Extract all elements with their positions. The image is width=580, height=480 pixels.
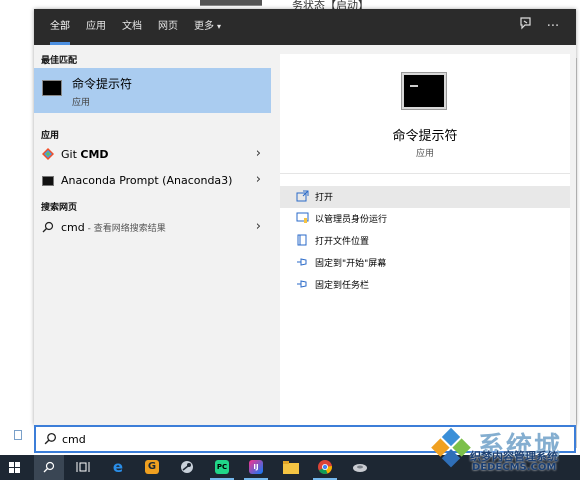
action-run-as-admin[interactable]: 以管理员身份运行 (280, 208, 570, 230)
windows-start-icon (9, 462, 21, 474)
best-match-header: 最佳匹配 (41, 56, 78, 66)
app-git-cmd-bold: CMD (80, 148, 109, 161)
app-git-cmd-label: Git CMD (61, 148, 109, 161)
search-icon (42, 221, 54, 233)
search-filter-bar: 全部 应用 文档 网页 更多 ▾ ··· (34, 9, 576, 45)
app-git-cmd[interactable]: Git CMD › (34, 143, 271, 167)
search-panel: 全部 应用 文档 网页 更多 ▾ ··· 最佳匹配 命令提示符 应用 应用 Git… (34, 9, 576, 425)
web-search-label: cmd - 查看网络搜索结果 (61, 221, 166, 234)
file-explorer-button[interactable] (276, 455, 306, 480)
web-search-hint: - 查看网络搜索结果 (84, 224, 166, 234)
search-icon (44, 432, 57, 445)
watermark: 系统城 织梦内容管理系统 DEDECMS.COM (428, 422, 578, 480)
chrome-button[interactable] (310, 455, 340, 480)
command-prompt-large-icon (402, 73, 446, 109)
watermark-url: DEDECMS.COM (472, 462, 557, 473)
steam-button[interactable] (172, 455, 202, 480)
detail-title: 命令提示符 (392, 129, 458, 144)
chevron-right-icon[interactable]: › (256, 172, 261, 187)
web-search-query: cmd (61, 221, 85, 234)
tab-all[interactable]: 全部 (50, 9, 70, 45)
tab-documents[interactable]: 文档 (122, 9, 142, 45)
best-match-title: 命令提示符 (72, 77, 133, 91)
search-input[interactable] (62, 431, 362, 447)
action-open-label: 打开 (315, 193, 334, 203)
app-anaconda-label: Anaconda Prompt (Anaconda3) (61, 174, 233, 187)
file-explorer-icon (283, 461, 299, 474)
task-view-button[interactable] (68, 455, 98, 480)
steam-icon (181, 461, 193, 473)
action-open-file-location-label: 打开文件位置 (315, 237, 370, 247)
tab-apps[interactable]: 应用 (86, 9, 106, 45)
tab-web[interactable]: 网页 (158, 9, 178, 45)
feedback-icon-glyph (519, 17, 531, 30)
detail-subtitle: 应用 (415, 149, 434, 159)
action-open[interactable]: 打开 (280, 186, 570, 208)
watermark-logo (430, 427, 472, 470)
detail-pane: 命令提示符 应用 打开 以管理员身份运行 打开文件位置 固定到"开始"屏幕 固定… (280, 54, 570, 425)
pin-icon (297, 280, 307, 288)
tab-apps-label: 应用 (86, 21, 106, 32)
action-pin-to-taskbar[interactable]: 固定到任务栏 (280, 274, 570, 296)
more-options-icon[interactable]: ··· (543, 17, 563, 37)
disk-tool-button[interactable] (345, 455, 375, 480)
pin-icon (297, 258, 307, 266)
tab-more-label: 更多 (194, 21, 214, 32)
disk-tool-icon (353, 464, 367, 472)
edge-button[interactable]: e (103, 455, 133, 480)
app-anaconda-prompt[interactable]: Anaconda Prompt (Anaconda3) › (34, 169, 271, 193)
edge-icon: e (112, 458, 124, 476)
taskbar-search-button[interactable] (34, 455, 64, 480)
apps-header: 应用 (41, 131, 60, 141)
open-icon (296, 190, 309, 202)
action-pin-to-start-label: 固定到"开始"屏幕 (315, 259, 387, 269)
action-pin-to-start[interactable]: 固定到"开始"屏幕 (280, 252, 570, 274)
command-prompt-icon (42, 80, 62, 96)
web-search-header: 搜索网页 (41, 203, 78, 213)
chrome-icon (318, 460, 332, 474)
background-thumbnail (200, 0, 262, 6)
chevron-right-icon[interactable]: › (256, 219, 261, 234)
intellij-button[interactable]: IJ (241, 455, 271, 480)
action-open-file-location[interactable]: 打开文件位置 (280, 230, 570, 252)
tab-more[interactable]: 更多 ▾ (194, 9, 221, 45)
search-icon (43, 461, 55, 473)
anaconda-prompt-icon (42, 176, 54, 186)
chevron-down-icon: ▾ (217, 22, 222, 31)
run-as-admin-icon (296, 212, 309, 223)
file-location-icon (297, 234, 307, 246)
desktop-file-icon (14, 430, 22, 440)
action-run-as-admin-label: 以管理员身份运行 (315, 215, 388, 225)
pycharm-button[interactable]: PC (207, 455, 237, 480)
best-match-subtitle: 应用 (72, 98, 91, 108)
best-match-command-prompt[interactable]: 命令提示符 应用 (34, 68, 271, 113)
g-app-icon: G (145, 460, 159, 474)
intellij-icon: IJ (249, 460, 263, 474)
web-search-result[interactable]: cmd - 查看网络搜索结果 › (34, 216, 271, 240)
feedback-icon[interactable] (515, 17, 535, 37)
app-git-cmd-prefix: Git (61, 148, 81, 161)
action-pin-to-taskbar-label: 固定到任务栏 (315, 281, 370, 291)
git-cmd-icon (42, 148, 54, 160)
background-window-edge (576, 58, 580, 448)
windows-start-button[interactable] (0, 455, 30, 480)
g-app-button[interactable]: G (137, 455, 167, 480)
tab-documents-label: 文档 (122, 21, 142, 32)
tab-all-label: 全部 (50, 21, 70, 32)
pycharm-icon: PC (215, 460, 229, 474)
tab-web-label: 网页 (158, 21, 178, 32)
results-list: 最佳匹配 命令提示符 应用 应用 Git CMD › Anaconda Prom… (34, 45, 279, 425)
chevron-right-icon[interactable]: › (256, 146, 261, 161)
detail-divider (280, 173, 570, 174)
task-view-icon (76, 462, 90, 472)
